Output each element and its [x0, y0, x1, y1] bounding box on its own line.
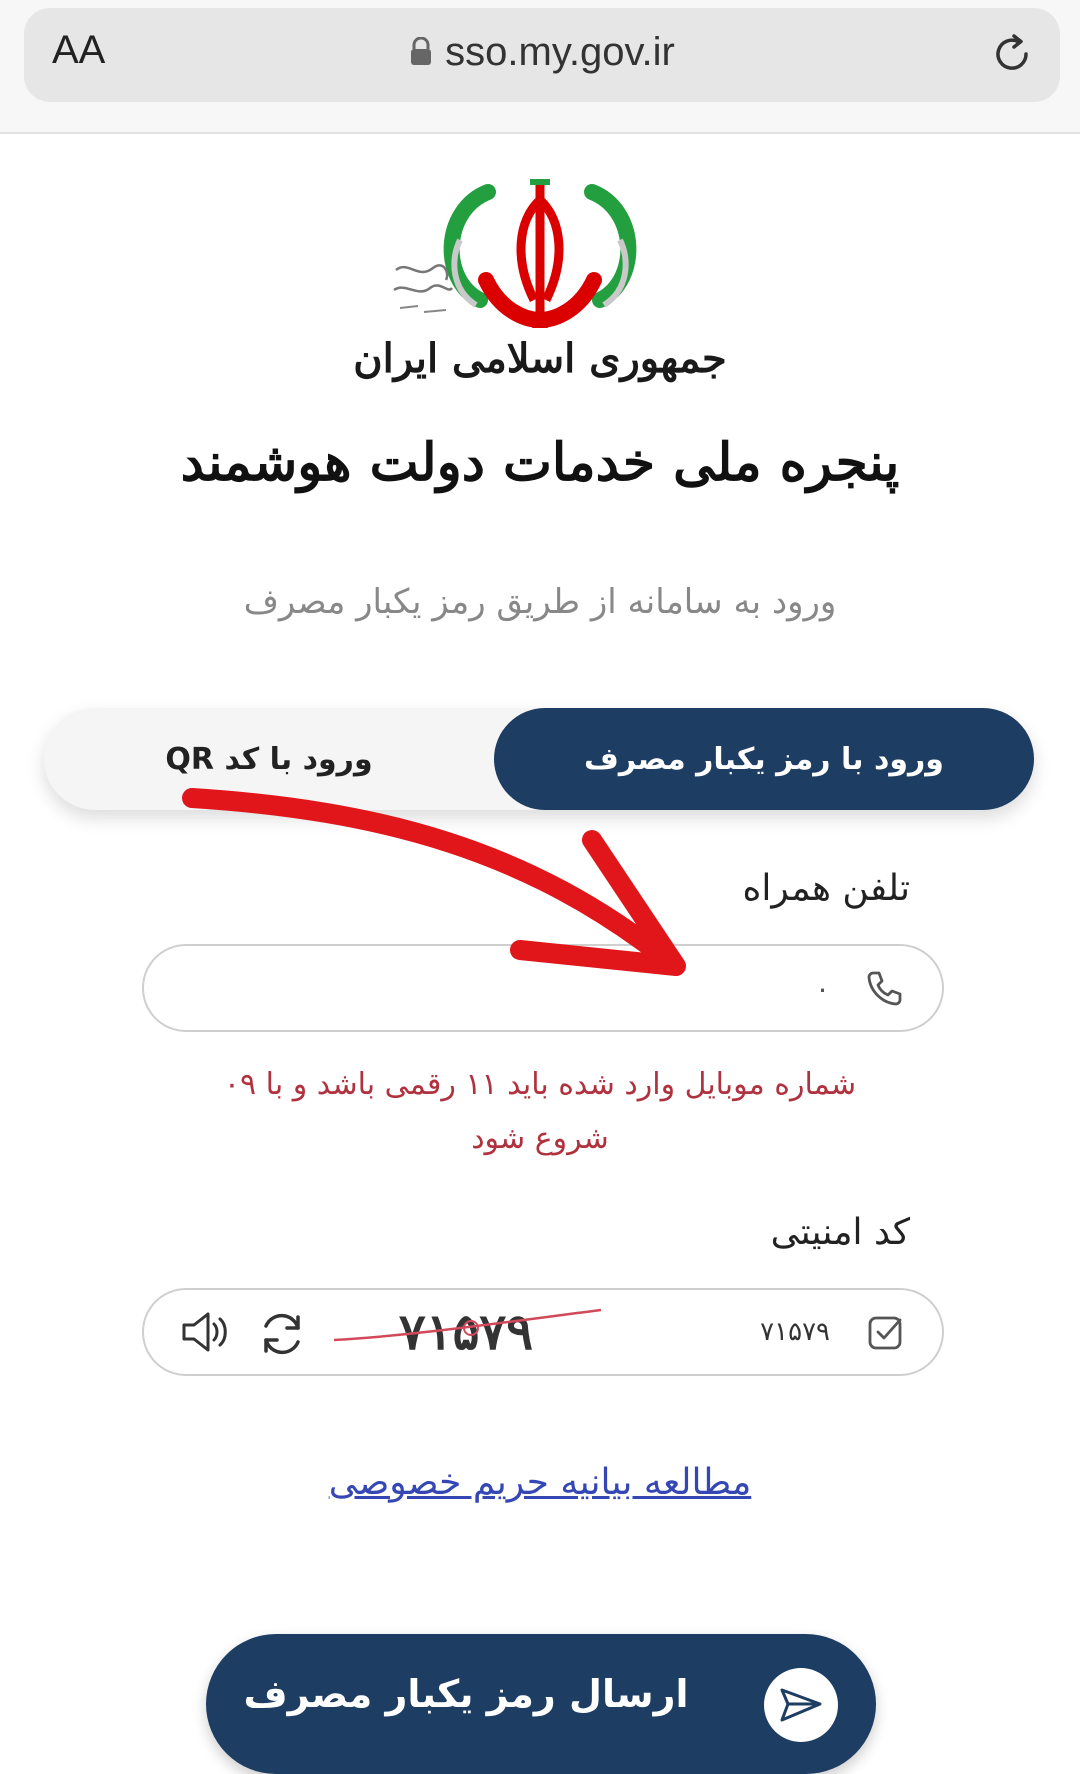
- url-text: sso.my.gov.ir: [445, 30, 675, 74]
- paper-plane-icon: [764, 1668, 838, 1742]
- captcha-image: ۷۱۵۷۹: [326, 1296, 606, 1368]
- country-name: جمهوری اسلامی ایران: [353, 335, 727, 382]
- tab-otp-login[interactable]: ورود با رمز یکبار مصرف: [494, 708, 1034, 810]
- send-otp-button-label: ارسال رمز یکبار مصرف: [243, 1672, 689, 1716]
- url-display[interactable]: sso.my.gov.ir: [24, 30, 1060, 77]
- url-box[interactable]: AA sso.my.gov.ir: [24, 8, 1060, 102]
- phone-input[interactable]: [184, 964, 832, 1012]
- phone-field: [142, 944, 944, 1032]
- calligraphy-signature: [388, 250, 458, 334]
- phone-icon: [864, 968, 904, 1012]
- send-otp-button[interactable]: ارسال رمز یکبار مصرف: [206, 1634, 876, 1774]
- portal-title: پنجره ملی خدمات دولت هوشمند: [180, 432, 900, 493]
- speaker-icon[interactable]: [180, 1310, 232, 1358]
- captcha-input[interactable]: [718, 1308, 832, 1356]
- refresh-captcha-icon[interactable]: [256, 1308, 308, 1364]
- page-subtitle: ورود به سامانه از طریق رمز یکبار مصرف: [243, 582, 837, 622]
- checkbox-icon[interactable]: [866, 1312, 906, 1356]
- captcha-label: کد امنیتی: [770, 1212, 910, 1253]
- login-method-tabs: ورود با کد QR ورود با رمز یکبار مصرف: [44, 708, 1034, 810]
- phone-error-message: شماره موبایل وارد شده باید ۱۱ رقمی باشد …: [223, 1067, 857, 1156]
- captcha-field: ۷۱۵۷۹: [142, 1288, 944, 1376]
- browser-address-bar: AA sso.my.gov.ir: [0, 0, 1080, 134]
- tab-qr-login[interactable]: ورود با کد QR: [44, 708, 494, 810]
- reload-icon[interactable]: [990, 32, 1034, 80]
- lock-icon: [409, 32, 433, 77]
- privacy-statement-link[interactable]: مطالعه بیانیه حریم خصوصی: [0, 1462, 1080, 1503]
- phone-label: تلفن همراه: [742, 868, 910, 909]
